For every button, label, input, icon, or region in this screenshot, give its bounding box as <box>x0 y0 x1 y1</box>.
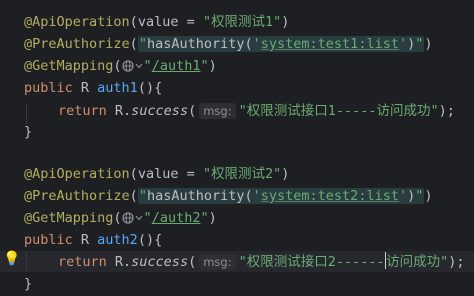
code-line-get-mapping-1[interactable]: @GetMapping("/auth1") <box>24 56 217 76</box>
globe-icon[interactable] <box>121 59 144 73</box>
indent-guide <box>26 104 27 124</box>
code-line-api-operation-2[interactable]: @ApiOperation(value = "权限测试2") <box>24 164 289 184</box>
code-line-close-1[interactable]: } <box>24 122 32 142</box>
authority-reference[interactable]: system:test2:list <box>261 188 399 204</box>
code-line-return-2[interactable]: return R.success(msg: "权限测试接口2------ 访问成功"… <box>58 252 465 272</box>
parameter-hint: msg: <box>199 103 236 119</box>
code-editor[interactable]: @ApiOperation(value = "权限测试1") @PreAutho… <box>0 0 474 296</box>
code-line-get-mapping-2[interactable]: @GetMapping("/auth2") <box>24 208 217 228</box>
url-link[interactable]: /auth2 <box>152 210 201 226</box>
code-line-signature-1[interactable]: public R auth1(){ <box>24 78 162 98</box>
indent-guide <box>26 252 27 272</box>
code-line-signature-2[interactable]: public R auth2(){ <box>24 230 162 250</box>
parameter-hint: msg: <box>199 254 236 270</box>
code-line-pre-authorize-2[interactable]: @PreAuthorize("hasAuthority('system:test… <box>24 186 433 206</box>
code-line-return-1[interactable]: return R.success(msg: "权限测试接口1-----访问成功")… <box>58 101 455 121</box>
lightbulb-icon[interactable]: 💡 <box>3 251 20 267</box>
code-line-pre-authorize-1[interactable]: @PreAuthorize("hasAuthority('system:test… <box>24 34 433 54</box>
url-link[interactable]: /auth1 <box>152 58 201 74</box>
injected-expression: "hasAuthority('system:test2:list')" <box>137 188 425 204</box>
authority-reference[interactable]: system:test1:list <box>261 36 399 52</box>
code-line-api-operation-1[interactable]: @ApiOperation(value = "权限测试1") <box>24 12 289 32</box>
globe-icon[interactable] <box>121 211 144 225</box>
injected-expression: "hasAuthority('system:test1:list')" <box>137 36 425 52</box>
code-line-close-2[interactable]: } <box>24 274 32 294</box>
